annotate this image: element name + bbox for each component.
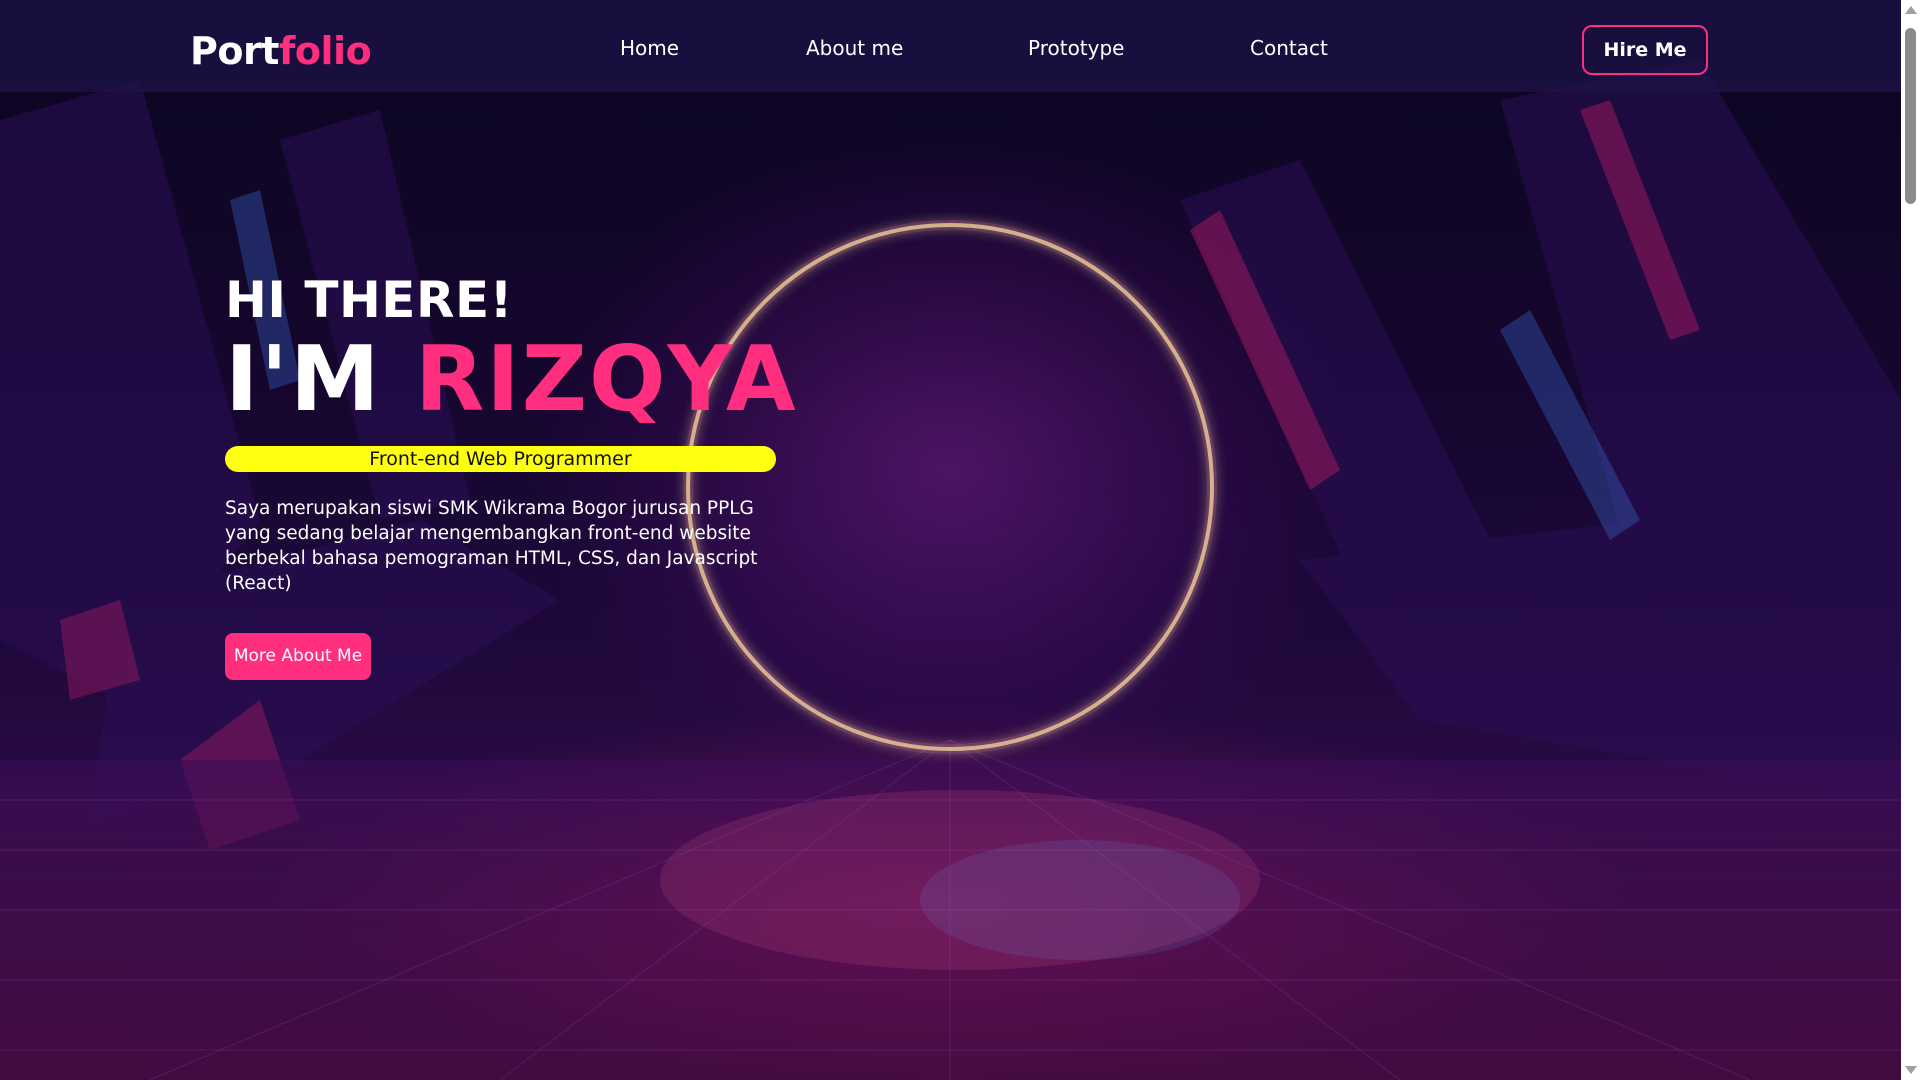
- page-scrollbar[interactable]: [1901, 0, 1920, 1080]
- nav-link-contact[interactable]: Contact: [1250, 34, 1328, 62]
- hero-description: Saya merupakan siswi SMK Wikrama Bogor j…: [225, 498, 758, 594]
- nav-link-home[interactable]: Home: [620, 34, 679, 62]
- hero-section: HI THERE! I'M RIZQYA Front-end Web Progr…: [225, 270, 796, 680]
- nav-link-about[interactable]: About me: [806, 34, 903, 62]
- hero-greeting: HI THERE!: [225, 271, 513, 329]
- scroll-up-arrow-icon[interactable]: [1905, 6, 1917, 14]
- portfolio-page: Portfolio Home About me Prototype Contac…: [0, 0, 1920, 1080]
- role-badge: Front-end Web Programmer: [225, 446, 776, 472]
- scroll-down-arrow-icon[interactable]: [1905, 1066, 1917, 1074]
- scroll-thumb[interactable]: [1905, 28, 1916, 204]
- hire-me-button[interactable]: Hire Me: [1582, 25, 1708, 75]
- navbar: Portfolio Home About me Prototype Contac…: [0, 0, 1901, 92]
- hero-name: I'M RIZQYA: [225, 327, 796, 432]
- more-about-me-button[interactable]: More About Me: [225, 632, 371, 680]
- nav-link-prototype[interactable]: Prototype: [1028, 34, 1124, 62]
- hero-name-highlight: RIZQYA: [414, 327, 798, 432]
- hero-name-prefix: I'M: [225, 327, 415, 432]
